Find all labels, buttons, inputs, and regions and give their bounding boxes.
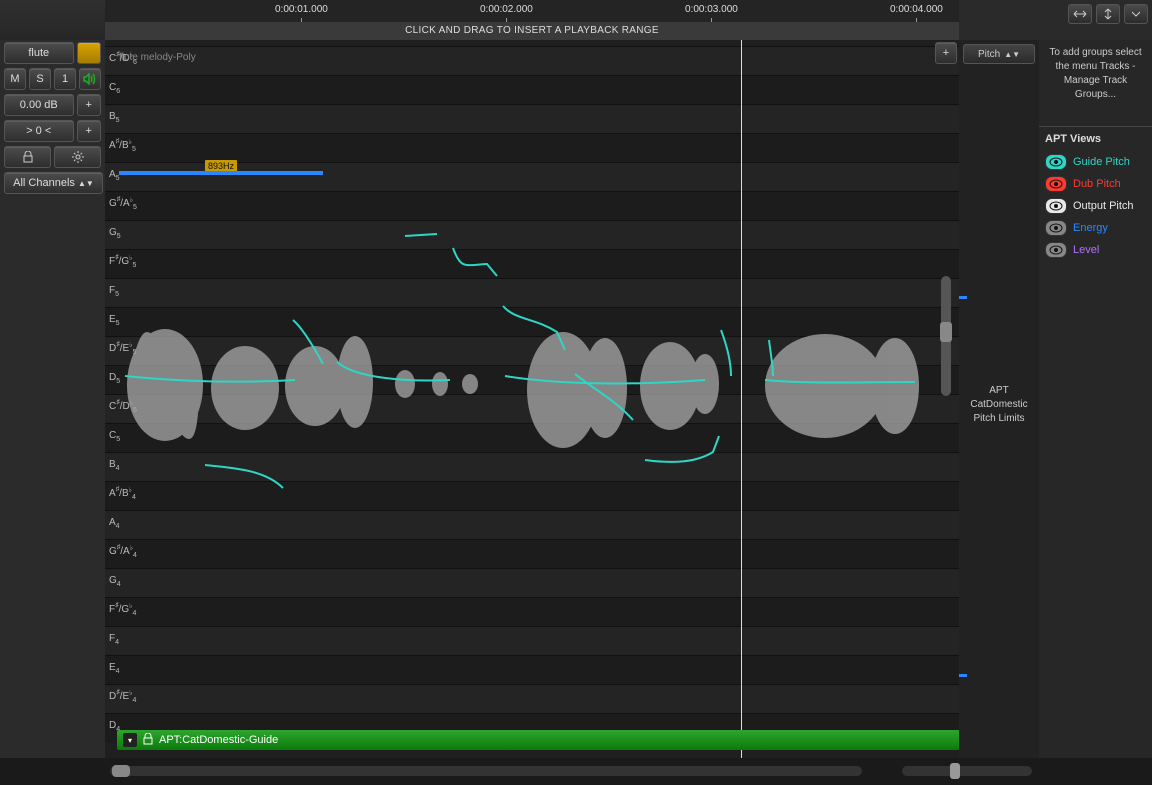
pan-field[interactable]: > 0 < — [4, 120, 74, 142]
view-toggle-row[interactable]: Energy — [1045, 217, 1146, 239]
lock-icon — [143, 733, 153, 748]
scrollbar-thumb[interactable] — [112, 765, 130, 777]
chevron-down-icon[interactable]: ▾ — [123, 733, 137, 747]
track-controls: flute M S 1 0.00 dB + > 0 < + All Chann — [0, 40, 105, 758]
solo-button[interactable]: S — [29, 68, 51, 90]
ruler-tick: 0:00:01.000 — [275, 4, 328, 15]
groups-hint: To add groups select the menu Tracks - M… — [1039, 40, 1152, 126]
channels-dropdown[interactable]: All Channels ▲▼ — [4, 172, 103, 194]
zoom-thumb[interactable] — [950, 763, 960, 779]
view-toggle-row[interactable]: Output Pitch — [1045, 195, 1146, 217]
eye-icon[interactable] — [1045, 242, 1067, 258]
gear-icon[interactable] — [54, 146, 101, 168]
track-name-button[interactable]: flute — [4, 42, 74, 64]
side-mid-top-spacer — [959, 0, 1039, 40]
gain-plus-button[interactable]: + — [77, 94, 102, 116]
zoom-slider[interactable] — [902, 766, 1032, 776]
chevron-down-icon[interactable] — [1124, 4, 1148, 24]
eye-icon[interactable] — [1045, 198, 1067, 214]
view-label: Energy — [1073, 222, 1108, 234]
playhead[interactable] — [741, 40, 742, 758]
time-ruler[interactable]: 0:00:01.000 0:00:02.000 0:00:03.000 0:00… — [105, 0, 959, 40]
view-label: Guide Pitch — [1073, 156, 1130, 168]
vertical-range-slider[interactable] — [941, 276, 951, 396]
apt-views-title: APT Views — [1045, 133, 1146, 145]
guide-track-strip[interactable]: ▾ APT:CatDomestic-Guide — [117, 730, 959, 750]
view-toggle-row[interactable]: Dub Pitch — [1045, 173, 1146, 195]
stretch-vertical-icon[interactable] — [1096, 4, 1120, 24]
bottom-bar — [0, 758, 1152, 785]
view-label: Dub Pitch — [1073, 178, 1121, 190]
eye-icon[interactable] — [1045, 154, 1067, 170]
track-color-swatch[interactable] — [77, 42, 102, 64]
side-mid-panel: Pitch▲▼ APT CatDomestic Pitch Limits — [959, 40, 1039, 758]
stretch-horizontal-icon[interactable] — [1068, 4, 1092, 24]
gain-field[interactable]: 0.00 dB — [4, 94, 74, 116]
ruler-marks: 0:00:01.000 0:00:02.000 0:00:03.000 0:00… — [105, 0, 959, 22]
ruler-tick: 0:00:03.000 — [685, 4, 738, 15]
view-toggle-row[interactable]: Level — [1045, 239, 1146, 261]
guide-track-label: APT:CatDomestic-Guide — [159, 734, 278, 746]
view-label: Output Pitch — [1073, 200, 1134, 212]
top-right-icons — [1039, 0, 1152, 40]
eye-icon[interactable] — [1045, 220, 1067, 236]
waveform-icon — [105, 40, 955, 758]
track-number[interactable]: 1 — [54, 68, 76, 90]
apt-views-panel: APT Views Guide Pitch Dub Pitch Output Pit… — [1039, 126, 1152, 265]
lock-icon[interactable] — [4, 146, 51, 168]
pitch-editor[interactable]: C♯/D♭6C6B5A♯/B♭5A5G♯/A♭5G5F♯/G♭5F5E5D♯/E… — [105, 40, 959, 758]
speaker-icon[interactable] — [79, 68, 101, 90]
apt-limits-label: APT CatDomestic Pitch Limits — [959, 384, 1039, 426]
top-left-spacer — [0, 0, 105, 40]
eye-icon[interactable] — [1045, 176, 1067, 192]
pan-plus-button[interactable]: + — [77, 120, 102, 142]
add-track-button[interactable]: + — [935, 42, 957, 64]
view-mode-dropdown[interactable]: Pitch▲▼ — [963, 44, 1035, 64]
mute-button[interactable]: M — [4, 68, 26, 90]
ruler-hint: CLICK AND DRAG TO INSERT A PLAYBACK RANG… — [105, 22, 959, 40]
ruler-tick: 0:00:02.000 — [480, 4, 533, 15]
view-label: Level — [1073, 244, 1099, 256]
ruler-tick: 0:00:04.000 — [890, 4, 943, 15]
view-toggle-row[interactable]: Guide Pitch — [1045, 151, 1146, 173]
right-panel: To add groups select the menu Tracks - M… — [1039, 40, 1152, 758]
horizontal-scrollbar[interactable] — [110, 766, 862, 776]
